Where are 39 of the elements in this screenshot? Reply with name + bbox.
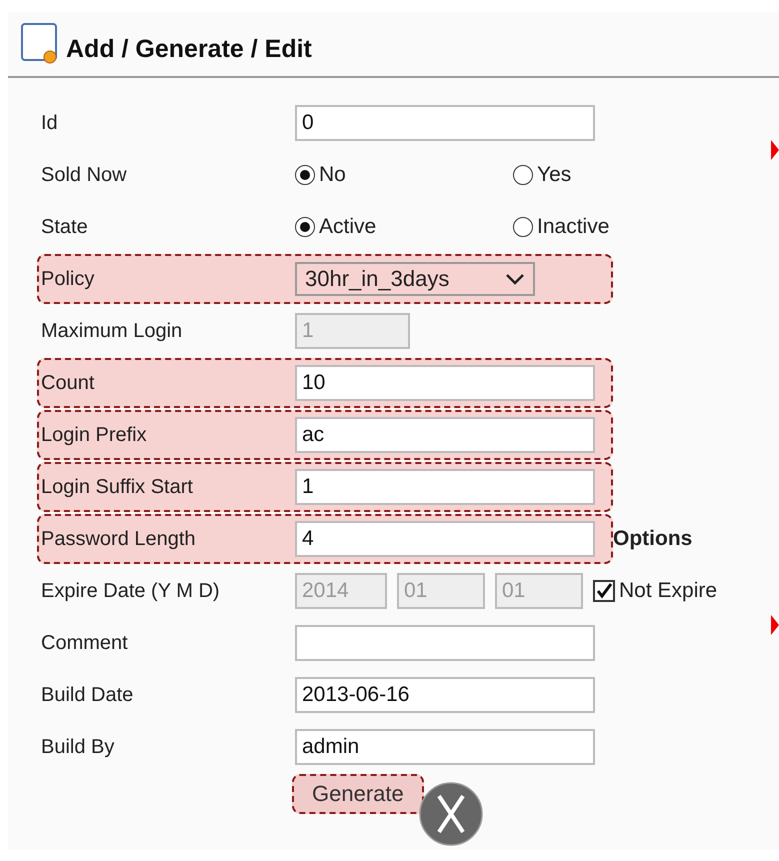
generate-button[interactable]: Generate <box>292 774 424 814</box>
field-label: Policy <box>40 268 96 290</box>
field-label: Count <box>40 372 96 394</box>
input-field[interactable]: 10 <box>295 365 595 401</box>
radio-label: No <box>319 163 346 187</box>
input-field[interactable]: admin <box>295 729 595 765</box>
input-field[interactable]: 0 <box>295 105 595 141</box>
input-field[interactable]: ac <box>295 417 595 453</box>
radio-option[interactable]: Inactive <box>513 215 731 239</box>
field-label: Login Suffix Start <box>40 476 194 498</box>
radio-option[interactable]: No <box>295 163 513 187</box>
input-field[interactable]: 2013-06-16 <box>295 677 595 713</box>
form-title: Add / Generate / Edit <box>66 35 312 64</box>
pointer-icon <box>771 140 779 160</box>
field-label: Build By <box>40 736 116 758</box>
radio-option[interactable]: Active <box>295 215 513 239</box>
input-field[interactable] <box>295 625 595 661</box>
chevron-down-icon <box>505 273 525 285</box>
radio-label: Yes <box>537 163 572 187</box>
field-label: Expire Date (Y M D) <box>40 580 221 602</box>
field-label: Id <box>40 112 59 134</box>
field-label: State <box>40 216 89 238</box>
radio-label: Inactive <box>537 215 610 239</box>
input-field[interactable]: 4 <box>295 521 595 557</box>
field-label: Comment <box>40 632 129 654</box>
form-icon <box>20 22 60 64</box>
policy-dropdown[interactable]: 30hr_in_3days <box>295 262 535 296</box>
checkbox-label: Not Expire <box>619 579 718 603</box>
field-label: Maximum Login <box>40 320 184 342</box>
field-label: Password Length <box>40 528 197 550</box>
close-icon[interactable] <box>419 782 483 846</box>
radio-option[interactable]: Yes <box>513 163 731 187</box>
radio-label: Active <box>319 215 376 239</box>
field-label: Sold Now <box>40 164 128 186</box>
options-label: Options <box>613 527 692 551</box>
field-label: Build Date <box>40 684 134 706</box>
input-field[interactable]: 1 <box>295 469 595 505</box>
field-label: Login Prefix <box>40 424 148 446</box>
pointer-icon <box>771 615 779 635</box>
